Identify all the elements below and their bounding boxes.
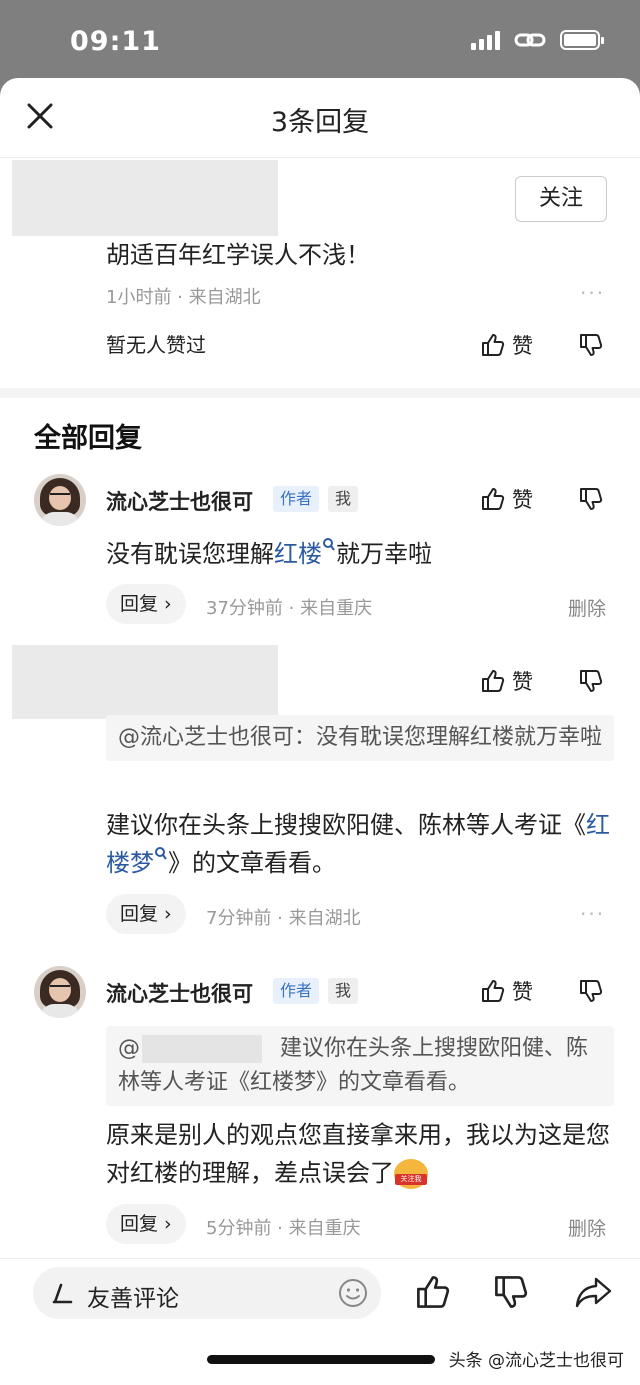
thumbs-down-icon <box>580 334 603 356</box>
dislike-button[interactable] <box>578 668 604 694</box>
like-button[interactable]: 赞 <box>480 330 533 360</box>
username[interactable]: 流心芝士也很可 <box>106 978 253 1008</box>
thumbs-up-icon[interactable] <box>414 1273 452 1311</box>
thumbs-down-icon <box>580 488 603 510</box>
username[interactable]: 流心芝士也很可 <box>106 486 253 516</box>
dislike-button[interactable] <box>578 332 604 358</box>
me-badge: 我 <box>328 486 359 512</box>
author-badge: 作者 <box>273 978 320 1004</box>
avatar[interactable] <box>34 474 86 526</box>
dislike-button[interactable] <box>578 978 604 1004</box>
search-icon <box>155 847 167 860</box>
reply-meta: 5分钟前 · 来自重庆 <box>206 1218 361 1239</box>
status-bar: 09:11 <box>0 0 640 80</box>
reply-text: 没有耽误您理解红楼 就万幸啦 <box>106 535 432 573</box>
emoji-picker-icon[interactable] <box>337 1277 369 1309</box>
me-badge: 我 <box>328 978 359 1004</box>
thumbs-down-icon <box>580 980 603 1002</box>
search-link[interactable]: 红楼 <box>274 540 322 568</box>
battery-icon <box>560 30 604 50</box>
delete-button[interactable]: 删除 <box>568 1214 606 1241</box>
like-label: 赞 <box>512 980 533 1004</box>
root-comment-meta: 1小时前 · 来自湖北 <box>106 287 261 308</box>
thumbs-up-icon <box>482 334 505 356</box>
root-comment-text: 胡适百年红学误人不浅！ <box>106 241 370 269</box>
thumbs-up-icon <box>482 488 505 510</box>
redacted-user-block <box>12 645 278 719</box>
like-button[interactable]: 赞 <box>480 976 533 1006</box>
sheet-header: 3条回复 <box>0 78 640 158</box>
likes-summary: 暂无人赞过 <box>106 333 206 357</box>
redacted-username <box>142 1035 262 1063</box>
section-title: 全部回复 <box>34 423 142 454</box>
status-icons <box>471 30 604 50</box>
like-button[interactable]: 赞 <box>480 484 533 514</box>
reply-text: 原来是别人的观点您直接拿来用，我以为这是您对红楼的理解，差点误会了 关注我 <box>106 1121 610 1189</box>
like-label: 赞 <box>512 670 533 694</box>
avatar[interactable] <box>34 966 86 1018</box>
delete-button[interactable]: 删除 <box>568 594 606 621</box>
search-icon <box>323 538 335 551</box>
page-title: 3条回复 <box>270 107 370 138</box>
follow-button[interactable]: 关注 <box>515 176 607 222</box>
watermark: 头条 @流心芝士也很可 <box>448 1351 624 1371</box>
emoji-icon: 关注我 <box>394 1159 428 1189</box>
status-time: 09:11 <box>70 26 161 57</box>
link-icon <box>514 33 546 47</box>
reply-button[interactable]: 回复 › <box>106 1204 186 1244</box>
reply-text: 建议你在头条上搜搜欧阳健、陈林等人考证《红楼梦 》的文章看看。 <box>106 811 610 877</box>
reply-button[interactable]: 回复 › <box>106 894 186 934</box>
dislike-button[interactable] <box>578 486 604 512</box>
redacted-user-block <box>12 160 278 236</box>
thumbs-up-icon <box>482 670 505 692</box>
home-indicator <box>207 1355 435 1364</box>
reply-button[interactable]: 回复 › <box>106 584 186 624</box>
reply-meta: 37分钟前 · 来自重庆 <box>206 598 373 619</box>
like-button[interactable]: 赞 <box>480 666 533 696</box>
reply-meta: 7分钟前 · 来自湖北 <box>206 908 361 929</box>
signal-icon <box>471 30 500 50</box>
thumbs-down-icon <box>580 670 603 692</box>
more-options-icon[interactable]: ··· <box>580 281 605 305</box>
thumbs-up-icon <box>482 980 505 1002</box>
section-divider <box>0 388 640 398</box>
more-options-icon[interactable]: ··· <box>580 902 605 926</box>
quoted-reply: @ 建议你在头条上搜搜欧阳健、陈林等人考证《红楼梦》的文章看看。 <box>106 1026 614 1106</box>
quoted-reply: @流心芝士也很可：没有耽误您理解红楼就万幸啦 <box>106 715 614 761</box>
reply-sheet: 3条回复 关注 胡适百年红学误人不浅！ 1小时前 · 来自湖北 ··· 暂无人赞… <box>0 78 640 1385</box>
thumbs-down-icon[interactable] <box>492 1273 530 1311</box>
like-label: 赞 <box>512 334 533 358</box>
share-icon[interactable] <box>574 1273 614 1311</box>
comment-placeholder: 友善评论 <box>87 1286 179 1312</box>
like-label: 赞 <box>512 488 533 512</box>
author-badge: 作者 <box>273 486 320 512</box>
comment-input[interactable]: 友善评论 <box>33 1267 381 1319</box>
pen-icon <box>52 1283 73 1304</box>
